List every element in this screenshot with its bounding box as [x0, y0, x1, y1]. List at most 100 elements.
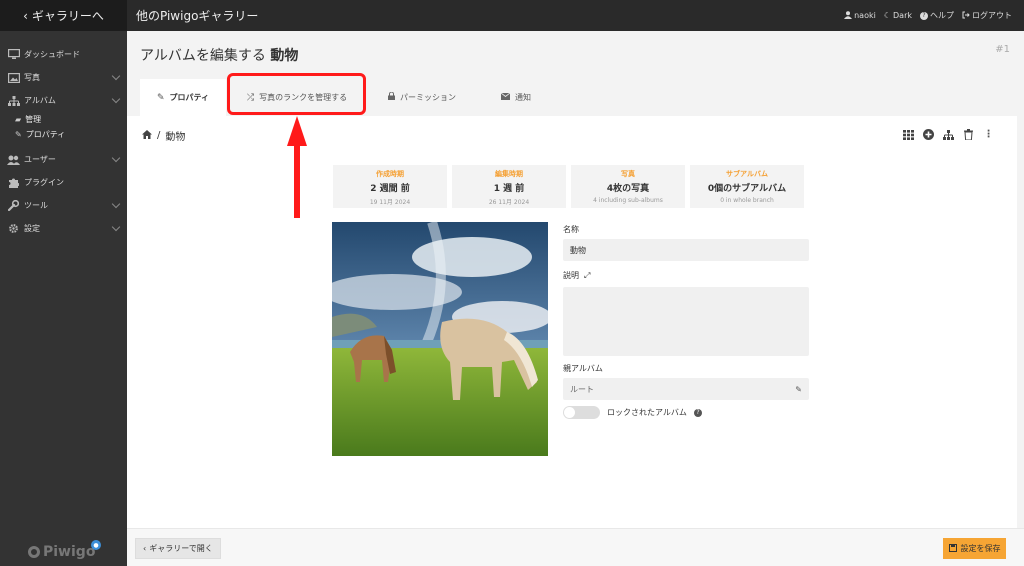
logout-link[interactable]: ログアウト — [962, 10, 1012, 21]
name-label: 名称 — [563, 225, 579, 234]
piwigo-logo: Piwigo ● — [28, 540, 101, 560]
users-icon — [7, 154, 20, 166]
add-circle-icon[interactable] — [922, 128, 935, 141]
more-options-icon[interactable]: ⋮ — [982, 128, 995, 141]
stat-detail: 19 11月 2024 — [369, 199, 411, 206]
footer-bar: ‹ ギャラリーで開く 設定を保存 — [127, 528, 1024, 566]
description-label-row: 説明 ⤢ — [563, 269, 809, 282]
back-to-gallery-link[interactable]: ‹ ギャラリーへ — [0, 0, 127, 31]
top-bar: 他のPiwigoギャラリー naoki ☾ Dark ? ヘルプ ログアウト — [127, 0, 1024, 31]
open-in-gallery-button[interactable]: ‹ ギャラリーで開く — [135, 538, 221, 559]
expand-icon[interactable]: ⤢ — [584, 271, 590, 281]
stat-created: 作成時期 2 週間 前 19 11月 2024 — [333, 165, 447, 208]
breadcrumb-current: 動物 — [165, 132, 186, 143]
breadcrumb-separator: / — [157, 130, 161, 141]
breadcrumb: / 動物 — [142, 128, 185, 143]
sidebar-item-label: ダッシュボード — [24, 50, 80, 59]
album-name-field[interactable]: 動物 — [563, 239, 809, 261]
notification-badge[interactable]: ● — [91, 540, 101, 550]
stat-detail: 0 in whole branch — [720, 197, 774, 204]
sidebar-item-albums[interactable]: アルバム — [0, 89, 127, 112]
toggle-knob — [564, 407, 575, 418]
stat-value: 4枚の写真 — [606, 184, 650, 194]
pencil-icon[interactable]: ✎ — [795, 385, 802, 394]
album-submenu: ▰ 管理 ✎ プロパティ — [0, 112, 127, 142]
sidebar-item-users[interactable]: ユーザー — [0, 148, 127, 171]
logout-label: ログアウト — [972, 11, 1012, 20]
dark-mode-toggle[interactable]: ☾ Dark — [884, 11, 912, 20]
sidebar-menu-lower: ユーザー プラグイン ツール 設定 — [0, 148, 127, 240]
username: naoki — [854, 11, 876, 20]
page-title-prefix: アルバムを編集する — [140, 48, 266, 64]
album-id: #1 — [995, 44, 1010, 55]
sidebar-subitem-manage[interactable]: ▰ 管理 — [15, 112, 127, 127]
description-textarea[interactable] — [563, 287, 809, 356]
gallery-title[interactable]: 他のPiwigoギャラリー — [136, 7, 258, 24]
chevron-down-icon — [111, 71, 121, 81]
folder-open-icon: ▰ — [15, 115, 22, 124]
sidebar-item-label: ユーザー — [24, 155, 56, 164]
parent-album-label: 親アルバム — [563, 364, 603, 373]
tab-notification[interactable]: 通知 — [476, 79, 556, 116]
stat-label: 作成時期 — [376, 170, 404, 178]
stat-detail: 4 including sub-albums — [593, 197, 663, 204]
question-icon: ? — [920, 11, 928, 20]
open-in-gallery-label: ギャラリーで開く — [149, 544, 213, 553]
monitor-icon — [7, 49, 20, 61]
moon-icon: ☾ — [883, 11, 892, 20]
user-menu[interactable]: naoki — [844, 10, 876, 21]
locked-album-label: ロックされたアルバム — [607, 408, 687, 417]
scrollbar[interactable] — [1017, 31, 1024, 528]
wrench-icon — [7, 200, 20, 212]
envelope-icon — [500, 92, 511, 103]
stat-value: 1 週 前 — [493, 184, 525, 194]
sidebar-subitem-properties[interactable]: ✎ プロパティ — [15, 127, 127, 142]
save-settings-button[interactable]: 設定を保存 — [943, 538, 1006, 559]
tab-permissions[interactable]: パーミッション — [368, 79, 476, 116]
logo-text: Piwigo — [43, 544, 96, 560]
save-settings-label: 設定を保存 — [960, 544, 1001, 553]
locked-album-toggle[interactable] — [563, 406, 600, 419]
sidebar-item-settings[interactable]: 設定 — [0, 217, 127, 240]
parent-album-value: ルート — [570, 384, 594, 394]
stat-value: 2 週間 前 — [370, 184, 410, 194]
sidebar-item-photos[interactable]: 写真 — [0, 66, 127, 89]
stat-label: 写真 — [621, 170, 635, 178]
stat-label: サブアルバム — [726, 170, 768, 178]
sitemap-icon — [7, 95, 20, 107]
sidebar-item-label: 設定 — [24, 224, 40, 233]
help-icon[interactable]: ? — [693, 408, 702, 417]
sidebar-item-label: プラグイン — [24, 178, 64, 187]
grid-icon[interactable] — [902, 128, 915, 141]
home-icon[interactable] — [142, 129, 152, 142]
sidebar-item-tools[interactable]: ツール — [0, 194, 127, 217]
album-toolbar: ⋮ — [902, 128, 995, 141]
chevron-left-icon: ‹ — [23, 8, 28, 23]
tab-label: 通知 — [515, 93, 531, 102]
tab-label: プロパティ — [169, 93, 210, 102]
album-stats: 作成時期 2 週間 前 19 11月 2024 編集時期 1 週 前 26 11… — [333, 165, 804, 208]
album-name: 動物 — [270, 48, 299, 64]
sidebar-menu: ダッシュボード 写真 アルバム — [0, 31, 127, 112]
sitemap-icon[interactable] — [942, 128, 955, 141]
trash-icon[interactable] — [962, 128, 975, 141]
sidebar-item-label: アルバム — [24, 96, 56, 105]
stat-photos: 写真 4枚の写真 4 including sub-albums — [571, 165, 685, 208]
tab-properties[interactable]: ✎ プロパティ — [140, 79, 226, 116]
sidebar-item-dashboard[interactable]: ダッシュボード — [0, 43, 127, 66]
pencil-icon: ✎ — [156, 92, 165, 103]
album-thumbnail[interactable] — [332, 222, 548, 456]
sidebar-item-plugins[interactable]: プラグイン — [0, 171, 127, 194]
chevron-down-icon — [111, 153, 121, 163]
tab-highlight-box — [227, 73, 366, 115]
chevron-down-icon — [111, 222, 121, 232]
sidebar-subitem-label: 管理 — [25, 115, 42, 124]
back-to-gallery-label: ギャラリーへ — [31, 9, 104, 23]
logout-icon — [962, 11, 970, 21]
horses-photo — [332, 222, 548, 456]
sidebar-subitem-label: プロパティ — [25, 130, 66, 139]
sidebar-item-label: ツール — [24, 201, 48, 210]
parent-album-selector[interactable]: ルート ✎ — [563, 378, 809, 400]
chevron-down-icon — [111, 94, 121, 104]
help-link[interactable]: ? ヘルプ — [920, 10, 954, 21]
